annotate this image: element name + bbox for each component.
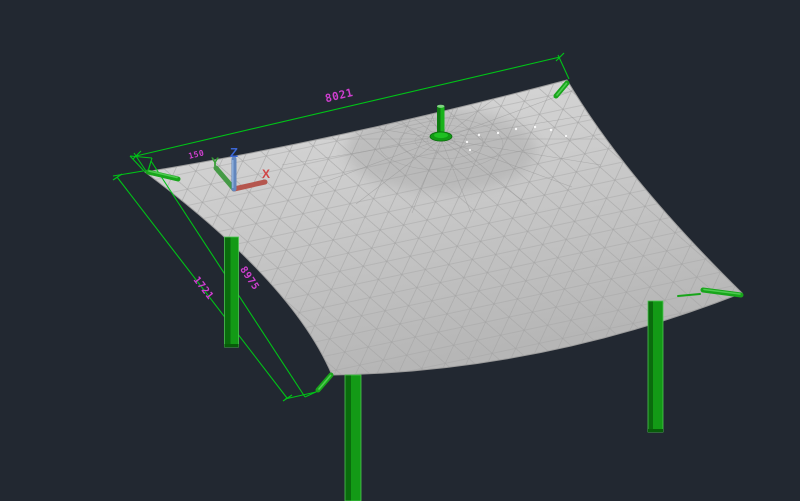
ucs-y-label: Y: [211, 155, 219, 169]
column-front-left[interactable]: [225, 237, 239, 347]
ucs-x-label: X: [262, 167, 270, 181]
column-front-center[interactable]: [345, 375, 361, 501]
cad-viewport: 8021 1721 8975 150: [0, 0, 800, 501]
viewport-canvas[interactable]: 8021 1721 8975 150: [0, 0, 800, 501]
ucs-z-label: Z: [230, 145, 238, 160]
column-right[interactable]: [648, 301, 663, 432]
